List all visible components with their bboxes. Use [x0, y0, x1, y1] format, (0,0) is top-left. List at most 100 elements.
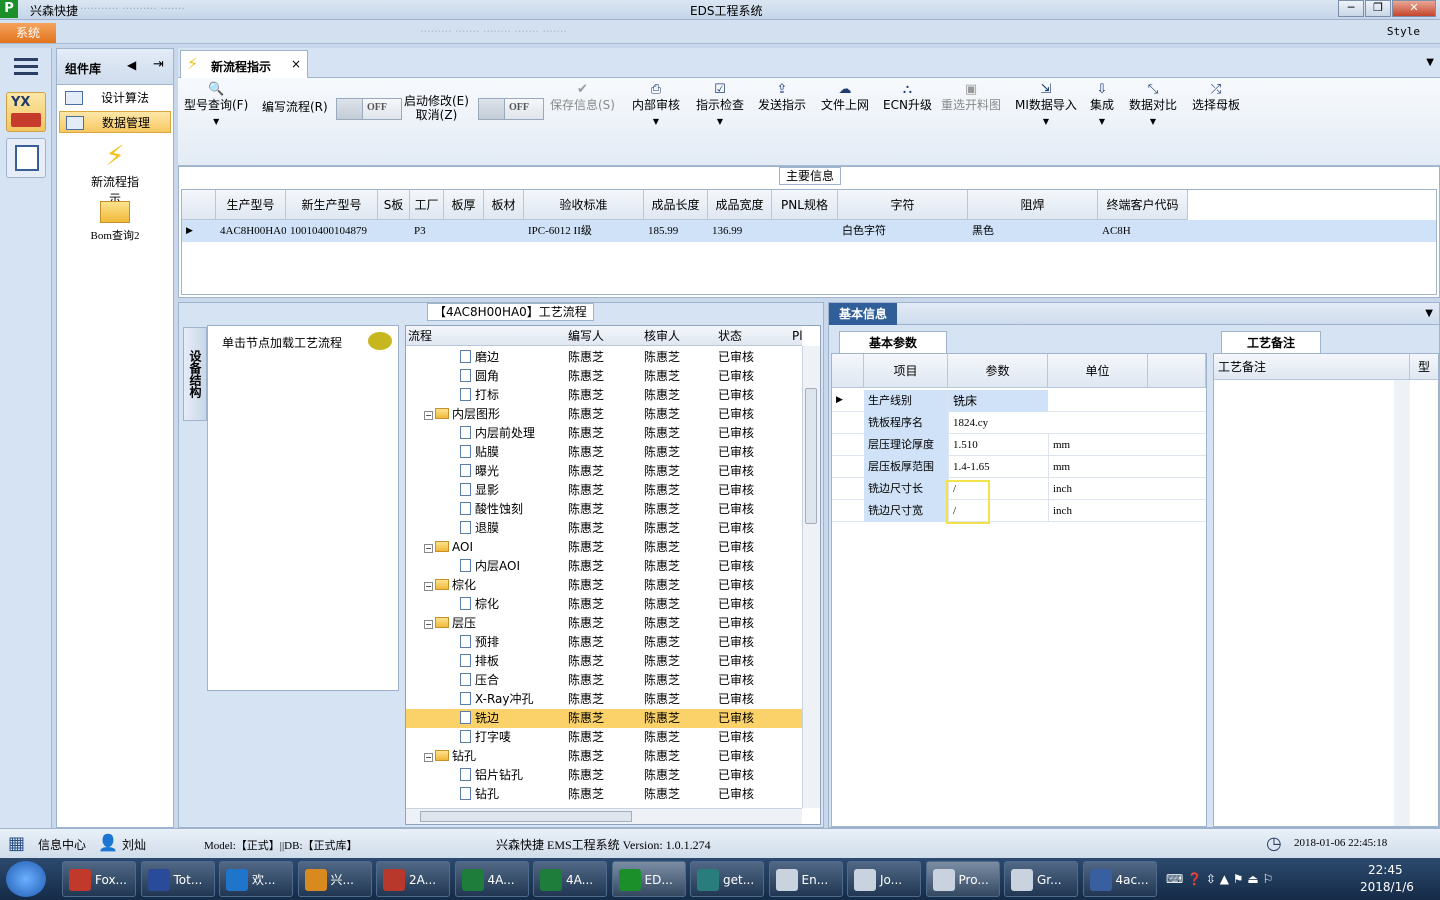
tree-row[interactable]: 曝光 陈惠芝 陈惠芝 已审核 — [406, 462, 802, 481]
comp-item-data-management[interactable]: 数据管理 — [59, 111, 171, 133]
tree-vertical-scrollbar[interactable] — [802, 346, 820, 808]
taskbar-item[interactable]: 欢... — [219, 861, 293, 897]
maximize-button[interactable]: ❐ — [1365, 0, 1391, 17]
system-tab[interactable]: 系统 — [0, 23, 56, 43]
tree-row[interactable]: − AOI 陈惠芝 陈惠芝 已审核 — [406, 538, 802, 557]
internal-review-button[interactable]: ⎙ 内部审核 ▼ — [632, 82, 680, 129]
tree-node-label: 圆角 — [475, 369, 500, 383]
taskbar-item[interactable]: Pro... — [925, 861, 1000, 897]
param-value[interactable]: 铣床 — [948, 390, 1048, 412]
tree-row[interactable]: 磨边 陈惠芝 陈惠芝 已审核 — [406, 348, 802, 367]
tab-new-flow-instruction[interactable]: ⚡ 新流程指示 × — [180, 50, 308, 78]
chevron-down-icon[interactable]: ▼ — [1425, 308, 1433, 319]
tree-row[interactable]: 打标 陈惠芝 陈惠芝 已审核 — [406, 386, 802, 405]
speech-bubble-icon[interactable] — [368, 332, 392, 350]
taskbar-item[interactable]: ED... — [611, 861, 686, 897]
tree-row[interactable]: 酸性蚀刻 陈惠芝 陈惠芝 已审核 — [406, 500, 802, 519]
param-value[interactable]: 1.4-1.65 — [948, 456, 1048, 478]
start-modify-toggle[interactable]: OFF — [478, 98, 544, 120]
ecn-upgrade-button[interactable]: ⛬ ECN升级 — [883, 82, 932, 113]
tree-row[interactable]: X-Ray冲孔 陈惠芝 陈惠芝 已审核 — [406, 690, 802, 709]
param-row[interactable]: 铣边尺寸宽 / inch — [832, 500, 1206, 522]
param-row[interactable]: ▶ 生产线别 铣床 — [832, 390, 1206, 412]
collapse-icon[interactable]: − — [424, 411, 433, 420]
taskbar-item[interactable]: 兴... — [297, 861, 372, 897]
bom-query-item[interactable]: Bom查询2 — [87, 197, 143, 243]
info-center-link[interactable]: 信息中心 — [38, 836, 86, 853]
tree-row[interactable]: 钻孔 陈惠芝 陈惠芝 已审核 — [406, 785, 802, 804]
tree-row[interactable]: 内层前处理 陈惠芝 陈惠芝 已审核 — [406, 424, 802, 443]
taskbar-item[interactable]: 4A... — [533, 861, 607, 897]
collapse-icon[interactable]: − — [424, 544, 433, 553]
h-scrollbar-thumb[interactable] — [420, 811, 632, 822]
tree-row[interactable]: 压合 陈惠芝 陈惠芝 已审核 — [406, 671, 802, 690]
notes-scrollbar[interactable] — [1394, 380, 1410, 826]
upload-file-button[interactable]: ☁ 文件上网 — [821, 82, 869, 113]
tree-row[interactable]: 铝片钻孔 陈惠芝 陈惠芝 已审核 — [406, 766, 802, 785]
integrate-button[interactable]: ⇩ 集成 ▼ — [1090, 82, 1114, 129]
close-button[interactable]: ✕ — [1392, 0, 1436, 17]
tree-row[interactable]: 圆角 陈惠芝 陈惠芝 已审核 — [406, 367, 802, 386]
tree-row[interactable]: − 棕化 陈惠芝 陈惠芝 已审核 — [406, 576, 802, 595]
tab-close-icon[interactable]: × — [291, 57, 301, 71]
model-query-button[interactable]: 🔍 型号查询(F) ▼ — [184, 82, 248, 129]
select-master-board-button[interactable]: ⤮ 选择母板 — [1192, 82, 1240, 113]
yx-factory-icon[interactable]: YX — [6, 92, 46, 132]
param-row[interactable]: 铣板程序名 1824.cy — [832, 412, 1206, 434]
tree-cell-status: 已审核 — [718, 730, 755, 744]
taskbar-item[interactable]: 4ac... — [1082, 861, 1157, 897]
form-icon — [66, 116, 84, 130]
taskbar-item[interactable]: 4A... — [454, 861, 529, 897]
taskbar-item[interactable]: 2A... — [376, 861, 450, 897]
minimize-button[interactable]: ─ — [1338, 0, 1364, 17]
comp-item-design-algorithm[interactable]: 设计算法 — [59, 87, 171, 109]
tree-row[interactable]: 铣边 陈惠芝 陈惠芝 已审核 — [406, 709, 802, 728]
tree-row[interactable]: 打字唛 陈惠芝 陈惠芝 已审核 — [406, 728, 802, 747]
tree-horizontal-scrollbar[interactable] — [406, 808, 802, 824]
param-row[interactable]: 铣边尺寸长 / inch — [832, 478, 1206, 500]
taskbar-item[interactable]: En... — [768, 861, 843, 897]
tree-row[interactable]: − 内层图形 陈惠芝 陈惠芝 已审核 — [406, 405, 802, 424]
hamburger-icon[interactable] — [14, 58, 38, 76]
save-info-button[interactable]: ✔ 保存信息(S) — [550, 82, 615, 113]
calculator-icon[interactable] — [6, 138, 46, 178]
tree-row[interactable]: 排板 陈惠芝 陈惠芝 已审核 — [406, 652, 802, 671]
taskbar-item[interactable]: get... — [690, 861, 764, 897]
send-instruction-button[interactable]: ⇪ 发送指示 — [758, 82, 806, 113]
tree-row[interactable]: 显影 陈惠芝 陈惠芝 已审核 — [406, 481, 802, 500]
chevron-left-icon[interactable]: ◀ — [127, 58, 136, 72]
taskbar-item[interactable]: Tot... — [140, 861, 215, 897]
collapse-icon[interactable]: − — [424, 620, 433, 629]
rechoose-cutting-chart-button[interactable]: ▣ 重选开料图 — [941, 82, 1001, 113]
tree-row[interactable]: 棕化 陈惠芝 陈惠芝 已审核 — [406, 595, 802, 614]
instruction-check-button[interactable]: ☑ 指示检查 ▼ — [696, 82, 744, 129]
style-menu[interactable]: Style — [1387, 25, 1420, 38]
tree-row[interactable]: 预排 陈惠芝 陈惠芝 已审核 — [406, 633, 802, 652]
param-row[interactable]: 层压板厚范围 1.4-1.65 mm — [832, 456, 1206, 478]
param-value[interactable]: 1824.cy — [948, 412, 1048, 434]
collapse-icon[interactable]: − — [424, 753, 433, 762]
scrollbar-thumb[interactable] — [805, 388, 817, 524]
tree-row[interactable]: 贴膜 陈惠芝 陈惠芝 已审核 — [406, 443, 802, 462]
tab-process-notes[interactable]: 工艺备注 — [1221, 331, 1321, 353]
tree-row[interactable]: 退膜 陈惠芝 陈惠芝 已审核 — [406, 519, 802, 538]
taskbar-item[interactable]: Jo... — [847, 861, 921, 897]
param-row[interactable]: 层压理论厚度 1.510 mm — [832, 434, 1206, 456]
write-flow-toggle[interactable]: OFF — [336, 98, 402, 120]
tree-row[interactable]: − 钻孔 陈惠芝 陈惠芝 已审核 — [406, 747, 802, 766]
main-info-data-row[interactable]: ▶ 4AC8H00HA0 10010400104879 P3 IPC-6012 II级… — [182, 220, 1436, 242]
tree-row[interactable]: 内层AOI 陈惠芝 陈惠芝 已审核 — [406, 557, 802, 576]
document-icon — [460, 692, 471, 705]
taskbar-item[interactable]: Gr... — [1004, 861, 1078, 897]
tab-basic-params[interactable]: 基本参数 — [839, 331, 947, 353]
tree-row[interactable]: − 层压 陈惠芝 陈惠芝 已审核 — [406, 614, 802, 633]
taskbar-item[interactable]: Fox... — [62, 861, 136, 897]
pin-icon[interactable]: ⇥ — [153, 57, 164, 72]
collapse-icon[interactable]: − — [424, 582, 433, 591]
data-compare-button[interactable]: ⤡ 数据对比 ▼ — [1129, 82, 1177, 129]
vtab-equipment-structure[interactable]: 设备结构 — [183, 327, 207, 421]
mi-data-import-button[interactable]: ⇲ MI数据导入 ▼ — [1015, 82, 1077, 129]
start-button[interactable] — [6, 861, 46, 897]
chevron-down-icon[interactable]: ▼ — [1426, 57, 1434, 68]
param-value[interactable]: 1.510 — [948, 434, 1048, 456]
